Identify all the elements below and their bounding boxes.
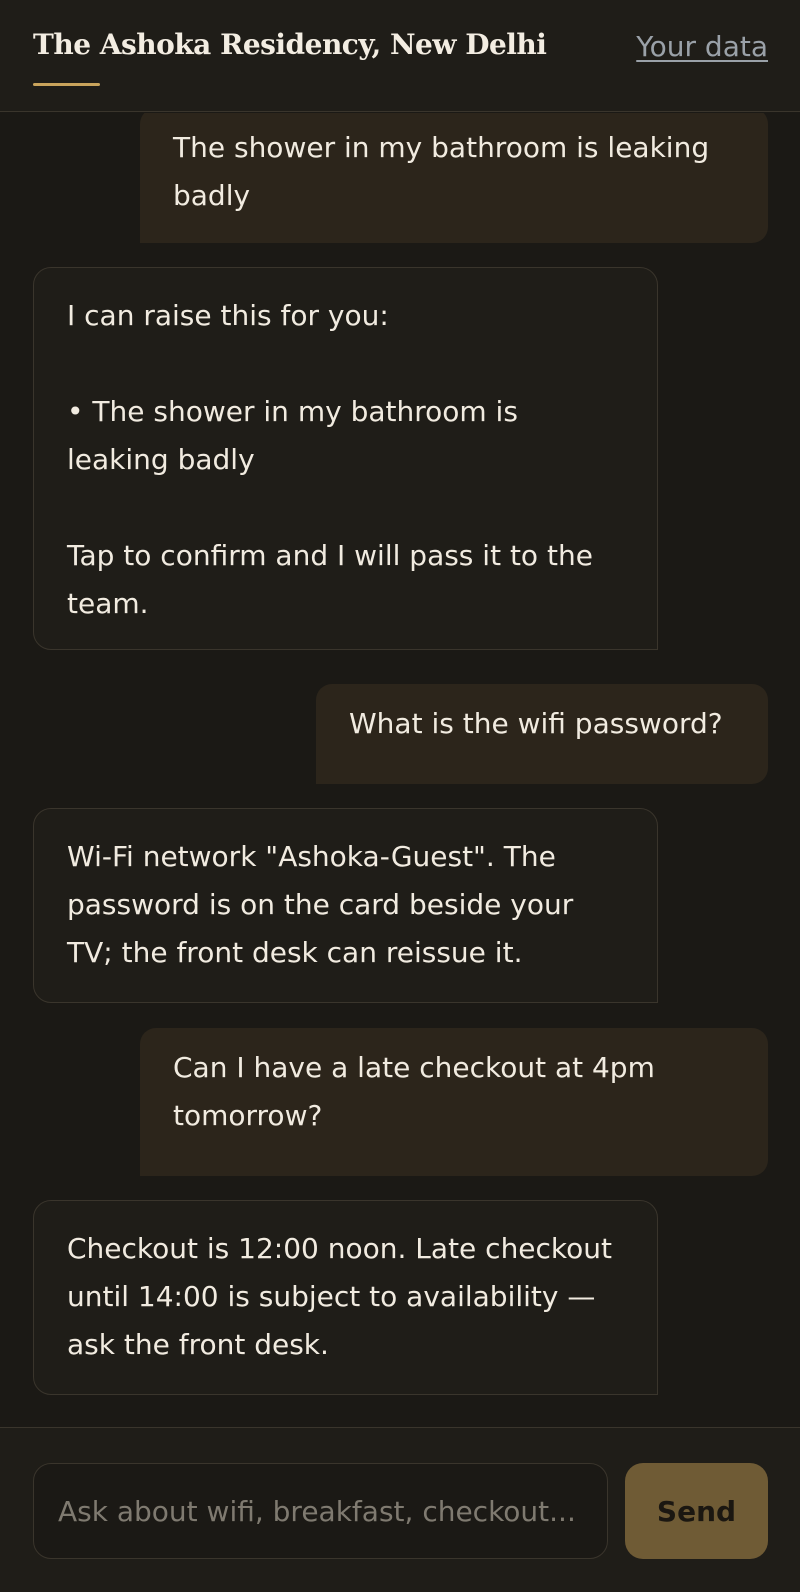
send-button[interactable]: Send [625,1463,768,1559]
message-input[interactable] [33,1463,608,1559]
title-accent-underline [33,83,100,86]
user-message: Can I have a late checkout at 4pm tomorr… [140,1028,768,1176]
assistant-message: Wi-Fi network "Ashoka-Guest". The passwo… [33,808,658,1003]
assistant-message: Checkout is 12:00 noon. Late checkout un… [33,1200,658,1395]
user-message: What is the wifi password? [316,684,768,784]
your-data-link[interactable]: Your data [636,30,768,63]
message-composer: Send [0,1427,800,1592]
chat-thread[interactable]: The shower in my bathroom is leaking bad… [0,113,800,1427]
app-header: The Ashoka Residency, New Delhi Your dat… [0,0,800,112]
page-title: The Ashoka Residency, New Delhi [33,28,547,61]
assistant-message[interactable]: I can raise this for you: • The shower i… [33,267,658,650]
user-message: The shower in my bathroom is leaking bad… [140,113,768,243]
